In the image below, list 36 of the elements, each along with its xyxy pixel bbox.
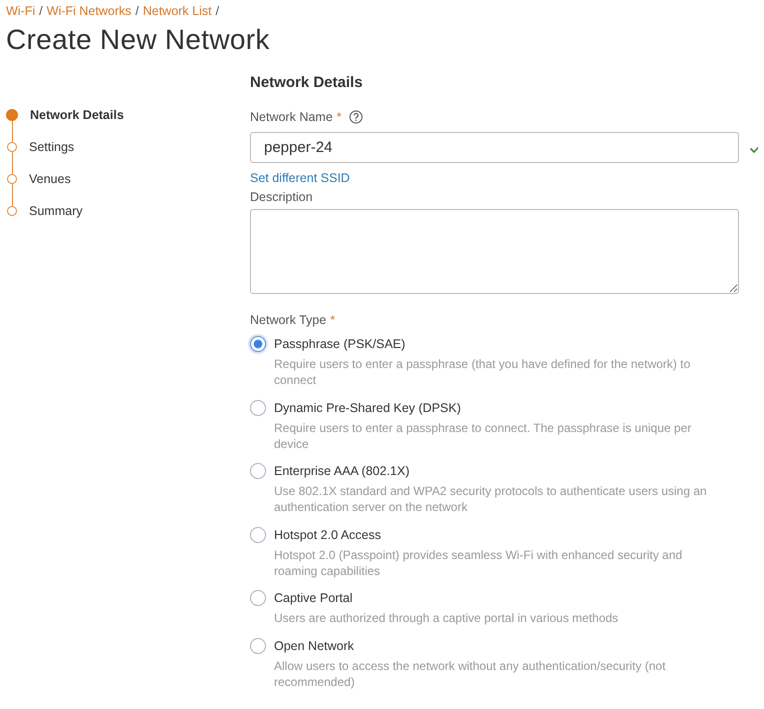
description-field[interactable] xyxy=(250,209,739,294)
breadcrumb-separator: / xyxy=(216,4,220,18)
radio-button[interactable] xyxy=(250,638,266,654)
option-title: Enterprise AAA (802.1X) xyxy=(274,463,410,479)
breadcrumb-separator: / xyxy=(39,4,43,18)
option-title: Captive Portal xyxy=(274,590,354,606)
option-description: Use 802.1X standard and WPA2 security protocols to authenticate users using an authentication server on the network xyxy=(274,483,708,515)
step-item[interactable]: Network Details xyxy=(30,108,124,122)
radio-button[interactable] xyxy=(250,463,266,479)
field-label: Description xyxy=(250,190,314,206)
option-description: Require users to enter a passphrase to connect. The passphrase is unique per device xyxy=(274,420,692,452)
help-icon[interactable] xyxy=(348,110,363,124)
option-title: Dynamic Pre-Shared Key (DPSK) xyxy=(274,400,462,416)
field-label: Network Name xyxy=(250,110,333,124)
breadcrumb-separator: / xyxy=(135,4,139,18)
step-item[interactable]: Settings xyxy=(29,140,74,154)
option-title: Passphrase (PSK/SAE) xyxy=(274,336,406,352)
page-title: Create New Network xyxy=(6,23,271,57)
radio-button[interactable] xyxy=(250,336,266,352)
option-description: Users are authorized through a captive portal in various methods xyxy=(274,610,620,626)
step-item[interactable]: Venues xyxy=(29,172,71,186)
section-title: Network Details xyxy=(250,74,364,92)
radio-button[interactable] xyxy=(250,526,266,542)
set-ssid-link[interactable]: Set different SSID xyxy=(250,171,758,187)
radio-button[interactable] xyxy=(250,400,266,416)
option-title: Hotspot 2.0 Access xyxy=(274,526,382,542)
option-description: Hotspot 2.0 (Passpoint) provides seamless Wi-Fi with enhanced security and roaming capabilities xyxy=(274,546,684,578)
radio-button[interactable] xyxy=(250,590,266,606)
field-label: Network Type xyxy=(250,313,326,327)
option-title: Open Network xyxy=(274,638,355,654)
option-description: Allow users to access the network without any authentication/security (not recommended) xyxy=(274,658,667,690)
step-item[interactable]: Summary xyxy=(29,204,82,218)
required-mark: * xyxy=(336,110,342,124)
option-description: Require users to enter a passphrase (that you have defined for the network) to connect xyxy=(274,356,692,388)
network-name-field[interactable]: pepper-24 xyxy=(250,132,739,163)
required-mark: * xyxy=(330,313,336,327)
